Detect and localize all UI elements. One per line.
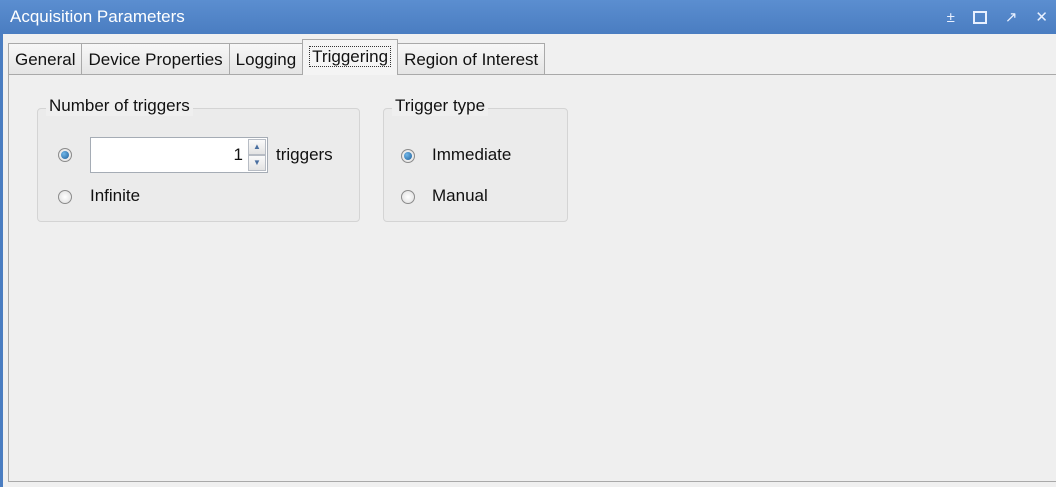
minimize-icon[interactable]: ± xyxy=(947,10,955,25)
window-title: Acquisition Parameters xyxy=(10,7,185,26)
trigger-count-radio[interactable] xyxy=(58,148,72,162)
spinner-up-icon[interactable]: ▲ xyxy=(248,139,266,155)
maximize-icon[interactable] xyxy=(972,10,987,24)
tab-label: Device Properties xyxy=(88,50,223,69)
title-bar: Acquisition Parameters ± ↗ ✕ xyxy=(0,0,1056,34)
trigger-type-legend: Trigger type xyxy=(392,96,489,116)
trigger-type-group: Trigger type Immediate Manual xyxy=(383,96,568,222)
immediate-radio[interactable] xyxy=(401,149,415,163)
spinner-buttons: ▲ ▼ xyxy=(248,139,266,171)
manual-radio[interactable] xyxy=(401,190,415,204)
immediate-label[interactable]: Immediate xyxy=(432,145,511,165)
number-of-triggers-legend: Number of triggers xyxy=(46,96,193,116)
triggering-panel: Number of triggers 1 ▲ ▼ triggers Infini… xyxy=(8,74,1056,482)
tab-label: General xyxy=(15,50,76,69)
tab-device-properties[interactable]: Device Properties xyxy=(81,43,230,75)
number-of-triggers-group: Number of triggers 1 ▲ ▼ triggers Infini… xyxy=(37,96,360,222)
tab-label: Triggering xyxy=(309,46,392,67)
tab-label: Region of Interest xyxy=(404,50,539,69)
undock-icon[interactable]: ↗ xyxy=(1005,10,1018,25)
infinite-label[interactable]: Infinite xyxy=(90,186,140,206)
window-left-border xyxy=(0,34,3,487)
tab-bar: General Device Properties Logging Trigge… xyxy=(8,39,546,75)
tab-general[interactable]: General xyxy=(8,43,83,75)
tab-label: Logging xyxy=(235,50,297,69)
tab-logging[interactable]: Logging xyxy=(228,43,304,75)
infinite-radio[interactable] xyxy=(58,190,72,204)
close-icon[interactable]: ✕ xyxy=(1035,10,1048,25)
trigger-count-value[interactable]: 1 xyxy=(234,138,243,172)
tab-triggering[interactable]: Triggering xyxy=(302,39,399,75)
trigger-count-unit: triggers xyxy=(276,145,333,164)
manual-label[interactable]: Manual xyxy=(432,186,488,206)
tab-region-of-interest[interactable]: Region of Interest xyxy=(397,43,546,75)
acquisition-parameters-window: Acquisition Parameters ± ↗ ✕ General Dev… xyxy=(0,0,1056,487)
window-controls: ± ↗ ✕ xyxy=(947,0,1048,34)
trigger-count-spinner[interactable]: 1 ▲ ▼ xyxy=(90,137,268,173)
spinner-down-icon[interactable]: ▼ xyxy=(248,155,266,171)
